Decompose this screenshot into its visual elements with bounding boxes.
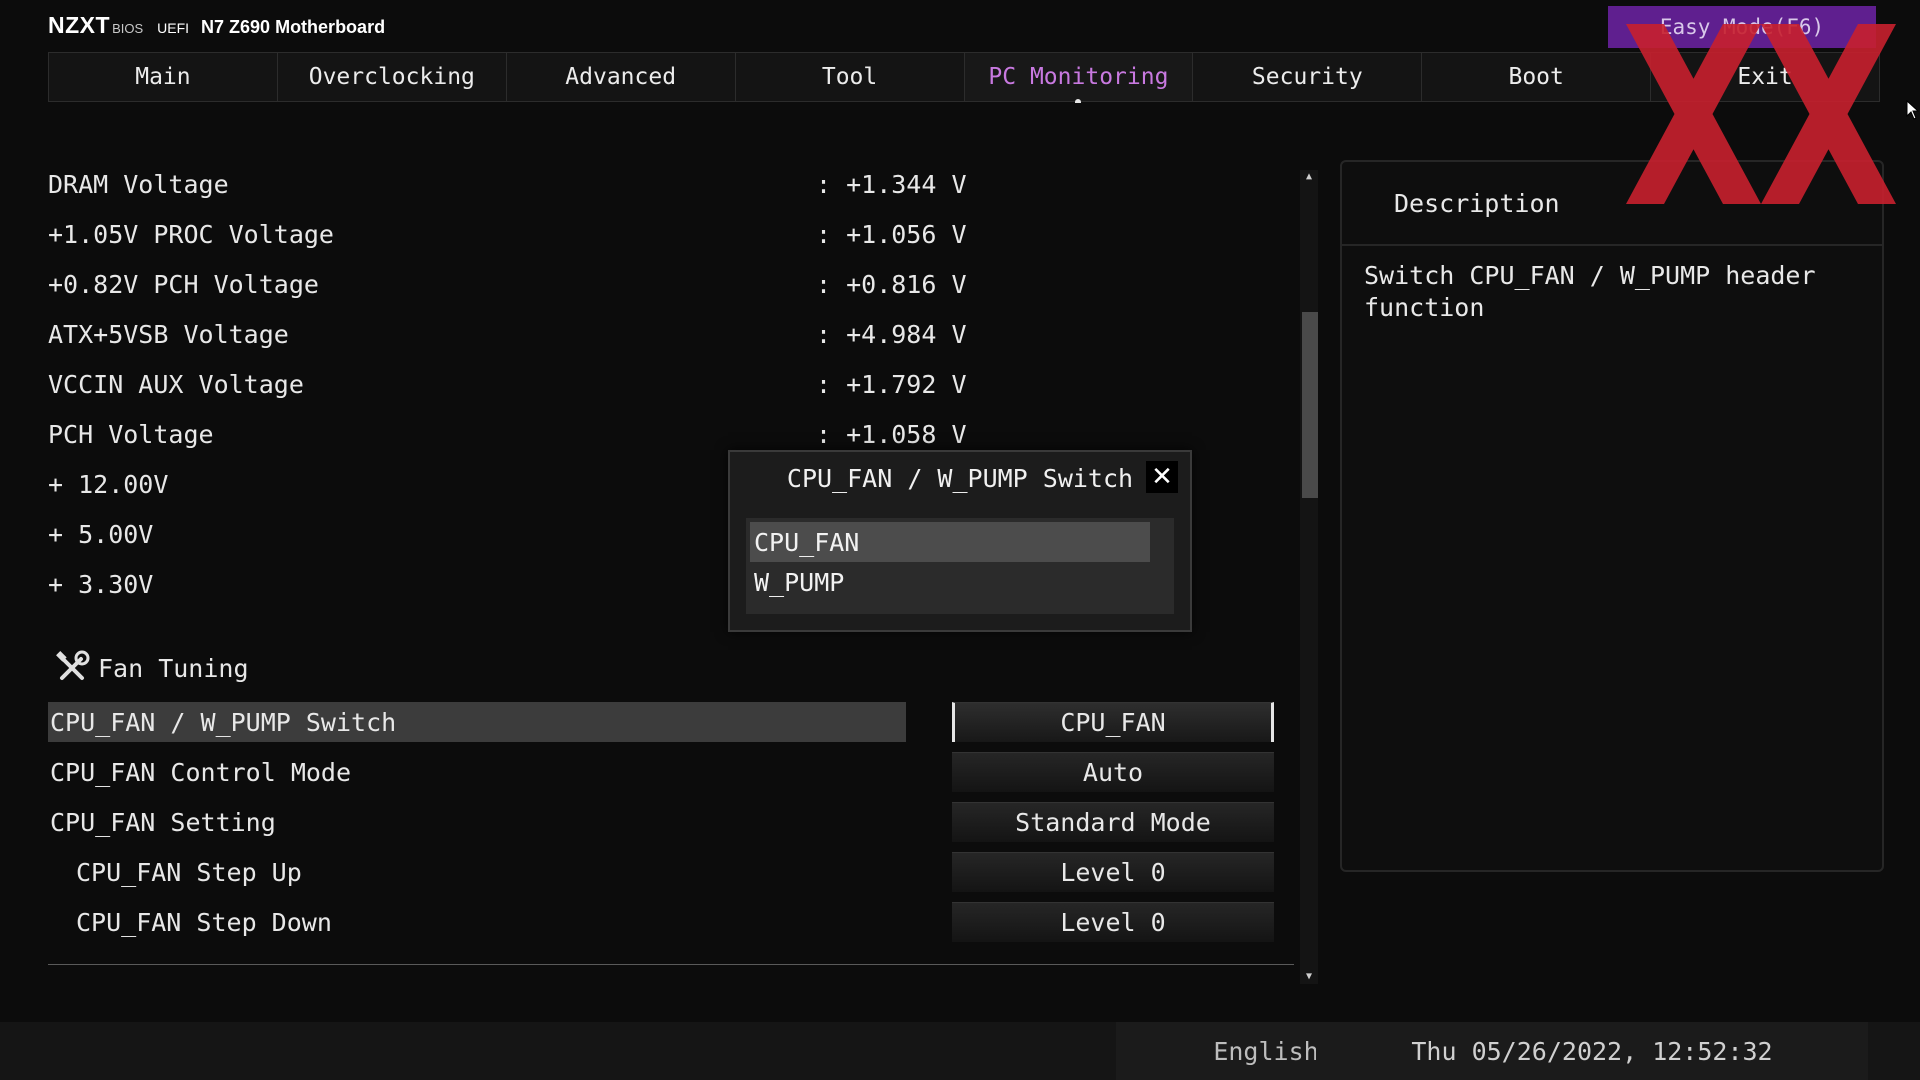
main-scrollbar[interactable]: ▲ ▼ [1300, 170, 1318, 984]
setting-value-dropdown[interactable]: Level 0 [952, 902, 1274, 942]
tab-main[interactable]: Main [49, 53, 278, 101]
tab-pc-monitoring[interactable]: PC Monitoring [964, 53, 1194, 103]
setting-row-cpu-fan-step-down[interactable]: CPU_FAN Step Down Level 0 [48, 902, 1288, 942]
tab-security[interactable]: Security [1193, 53, 1423, 101]
setting-label: CPU_FAN / W_PUMP Switch [48, 702, 906, 742]
monitor-row: VCCIN AUX Voltage : +1.792 V [48, 364, 1288, 404]
setting-value-dropdown[interactable]: Auto [952, 752, 1274, 792]
tab-advanced[interactable]: Advanced [506, 53, 736, 101]
popup-title: CPU_FAN / W_PUMP Switch [786, 463, 1134, 493]
monitor-label: PCH Voltage [48, 419, 214, 449]
tab-exit[interactable]: Exit [1651, 53, 1879, 101]
monitor-label: + 3.30V [48, 569, 154, 599]
setting-label: CPU_FAN Step Up [76, 857, 302, 887]
tab-overclocking[interactable]: Overclocking [277, 53, 507, 101]
mouse-pointer-icon [1906, 100, 1920, 120]
monitor-value: : +1.058 V [816, 419, 967, 449]
bios-label: BIOS [112, 21, 144, 36]
monitor-value: : +0.816 V [816, 269, 967, 299]
monitor-row: +1.05V PROC Voltage : +1.056 V [48, 214, 1288, 254]
brand-logo: NZXT [48, 12, 111, 38]
setting-value-dropdown[interactable]: CPU_FAN [952, 702, 1274, 742]
monitor-label: + 5.00V [48, 519, 154, 549]
monitor-value: : +1.056 V [816, 219, 967, 249]
description-panel: Description Switch CPU_FAN / W_PUMP head… [1340, 160, 1884, 872]
easy-mode-button[interactable]: Easy Mode(F6) [1608, 6, 1876, 48]
setting-row-cpu-fan-w-pump-switch[interactable]: CPU_FAN / W_PUMP Switch CPU_FAN [48, 702, 1288, 742]
description-title: Description [1342, 162, 1882, 246]
uefi-label: UEFI [157, 20, 190, 36]
description-text: Switch CPU_FAN / W_PUMP header function [1364, 261, 1816, 322]
board-name: N7 Z690 Motherboard [201, 17, 386, 37]
bios-screen: NZXT BIOS UEFI N7 Z690 Motherboard Easy … [0, 0, 1920, 1080]
tab-boot[interactable]: Boot [1422, 53, 1652, 101]
close-icon[interactable]: ✕ [1146, 461, 1178, 493]
monitor-label: VCCIN AUX Voltage [48, 369, 304, 399]
setting-value-dropdown[interactable]: Standard Mode [952, 802, 1274, 842]
monitor-value: : +1.344 V [816, 169, 967, 199]
monitor-value: : +1.792 V [816, 369, 967, 399]
fan-tuning-title: Fan Tuning [98, 653, 249, 683]
monitor-label: ATX+5VSB Voltage [48, 319, 289, 349]
monitor-label: +0.82V PCH Voltage [48, 269, 319, 299]
monitor-row: DRAM Voltage : +1.344 V [48, 164, 1288, 204]
setting-row-cpu-fan-control-mode[interactable]: CPU_FAN Control Mode Auto [48, 752, 1288, 792]
monitor-row: PCH Voltage : +1.058 V [48, 414, 1288, 454]
scroll-thumb[interactable] [1302, 312, 1318, 498]
main-tab-bar: Main Overclocking Advanced Tool PC Monit… [48, 52, 1880, 103]
setting-label: CPU_FAN Step Down [76, 907, 332, 937]
popup-option-cpu-fan[interactable]: CPU_FAN [750, 522, 1150, 562]
status-bar: English Thu 05/26/2022, 12:52:32 [0, 1022, 1920, 1080]
popup-option-w-pump[interactable]: W_PUMP [750, 562, 1150, 602]
setting-row-cpu-fan-setting[interactable]: CPU_FAN Setting Standard Mode [48, 802, 1288, 842]
datetime-display: Thu 05/26/2022, 12:52:32 [1316, 1022, 1868, 1080]
list-divider [48, 964, 1294, 965]
setting-label: CPU_FAN Setting [50, 807, 276, 837]
tab-tool[interactable]: Tool [735, 53, 965, 101]
monitor-label: + 12.00V [48, 469, 169, 499]
header-brand: NZXT BIOS UEFI N7 Z690 Motherboard [48, 12, 385, 42]
monitor-row: ATX+5VSB Voltage : +4.984 V [48, 314, 1288, 354]
wrench-screwdriver-icon [54, 650, 90, 686]
scroll-down-arrow-icon[interactable]: ▼ [1300, 970, 1318, 984]
switch-popup-dialog: CPU_FAN / W_PUMP Switch ✕ CPU_FAN W_PUMP [728, 450, 1192, 632]
setting-value-dropdown[interactable]: Level 0 [952, 852, 1274, 892]
monitor-value: : +4.984 V [816, 319, 967, 349]
setting-row-cpu-fan-step-up[interactable]: CPU_FAN Step Up Level 0 [48, 852, 1288, 892]
setting-label: CPU_FAN Control Mode [50, 757, 352, 787]
monitor-label: +1.05V PROC Voltage [48, 219, 334, 249]
popup-option-list: CPU_FAN W_PUMP [746, 518, 1174, 614]
fan-tuning-heading: Fan Tuning [54, 648, 249, 688]
scroll-up-arrow-icon[interactable]: ▲ [1300, 170, 1318, 184]
monitor-label: DRAM Voltage [48, 169, 229, 199]
monitor-row: +0.82V PCH Voltage : +0.816 V [48, 264, 1288, 304]
